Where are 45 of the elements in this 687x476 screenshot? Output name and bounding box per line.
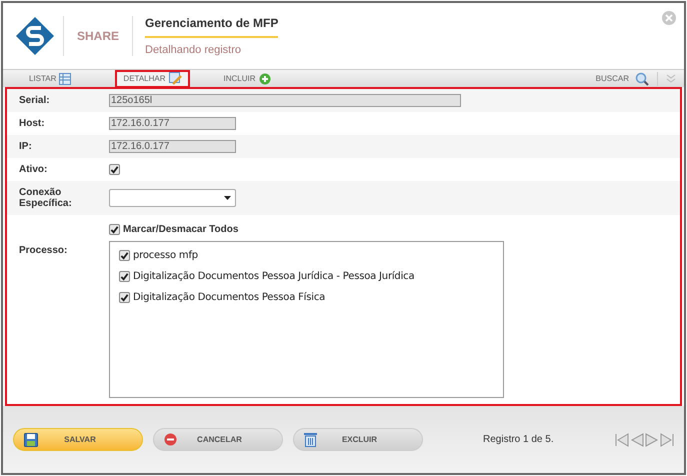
field-label: Host: — [18, 118, 46, 129]
previous-icon[interactable] — [630, 432, 644, 446]
chevron-icon[interactable] — [666, 74, 676, 84]
plus-icon — [258, 72, 271, 84]
checkbox-label: Digitalização Documentos Pessoa Física — [133, 291, 326, 305]
checkbox-label: Digitalização Documentos Pessoa Jurídica - Pessoa Jurídica — [133, 270, 414, 284]
first-page-icon[interactable] — [615, 432, 629, 446]
checkbox[interactable] — [119, 292, 130, 303]
tab[interactable]: DETALHAR — [115, 70, 190, 88]
trash-icon — [304, 432, 317, 447]
tab[interactable]: LISTAR — [23, 70, 78, 88]
caret-icon — [224, 196, 231, 200]
input-field[interactable]: 172.16.0.177 — [109, 117, 236, 130]
page-subtitle: Detalhando registro — [145, 42, 242, 58]
logo-icon — [15, 16, 55, 56]
checkbox[interactable] — [109, 164, 120, 175]
dropdown[interactable] — [109, 189, 236, 207]
field-label: IP: — [18, 141, 33, 152]
action-button[interactable]: EXCLUIR — [293, 428, 423, 451]
action-button[interactable]: SALVAR — [13, 428, 143, 451]
search-icon[interactable] — [635, 72, 649, 86]
checkbox[interactable] — [119, 250, 130, 261]
field-label: Ativo: — [18, 164, 48, 175]
minus-icon — [164, 433, 177, 446]
action-button[interactable]: CANCELAR — [153, 428, 283, 451]
floppy-icon — [24, 432, 38, 446]
last-page-icon[interactable] — [660, 432, 674, 446]
table-icon — [59, 72, 72, 84]
field-label: Conexão Específica: — [18, 187, 73, 209]
next-icon[interactable] — [645, 432, 659, 446]
pencil-icon — [168, 72, 182, 85]
page-title: Gerenciamento de MFP — [145, 14, 278, 38]
close-icon[interactable] — [662, 11, 676, 25]
field-label: Serial: — [18, 95, 51, 106]
checkbox[interactable] — [119, 271, 130, 282]
search-label: BUSCAR — [596, 72, 629, 84]
checkbox-label: processo mfp — [133, 249, 198, 263]
input-field[interactable]: 125o165l — [109, 94, 461, 107]
brand-name: SHARE — [76, 28, 120, 45]
record-counter: Registro 1 de 5. — [483, 433, 554, 447]
checkbox-label: Marcar/Desmacar Todos — [123, 222, 238, 236]
input-field[interactable]: 172.16.0.177 — [109, 140, 236, 153]
tab[interactable]: INCLUIR — [218, 70, 277, 88]
checkbox[interactable] — [109, 224, 120, 234]
field-label: Processo: — [18, 244, 68, 258]
